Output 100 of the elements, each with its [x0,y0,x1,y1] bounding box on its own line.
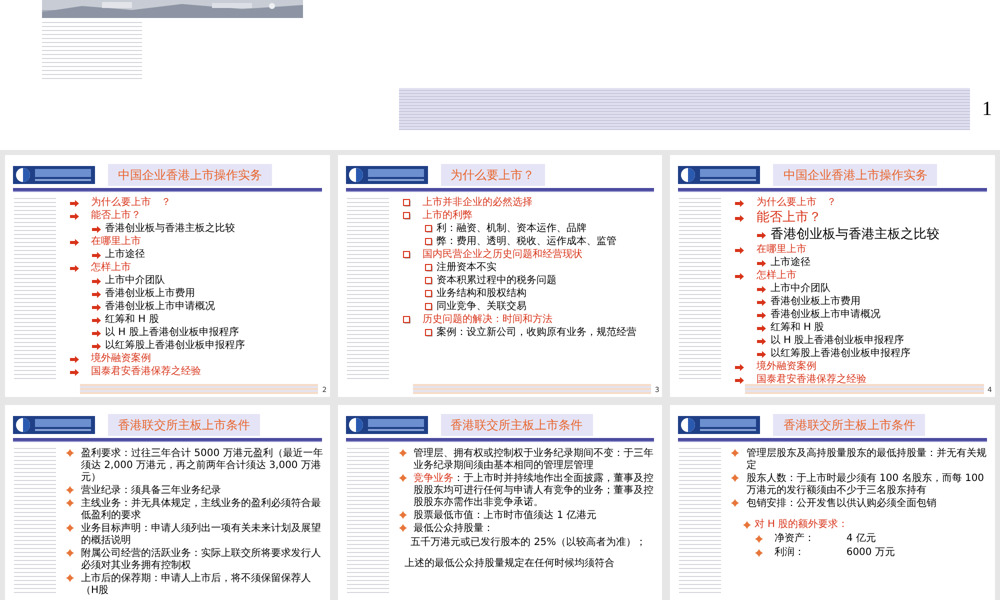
slide-thumbnail[interactable] [5,405,330,600]
square-bullet-icon [424,303,433,311]
paragraph: 上述的最低公众持股量规定在任何时候均须符合 [404,558,615,569]
paragraph: 营业纪录：须具备三年业务纪录 [81,485,221,497]
logo-icon [346,416,428,434]
paragraph: 上市后的保荐期：申请人上市后，将不须保留保荐人（H股 [81,573,312,597]
diamond-bullet-icon [755,535,764,543]
arrow-icon [70,264,79,272]
outline-subitem: 红筹和 H 股 [105,314,159,326]
outline-subitem: 案例：设立新公司，收购原有业务，规范经营 [436,327,637,339]
logo-icon [678,166,760,184]
paragraph: 盈利要求：过往三年合计 5000 万港元盈利（最近一年须达 2,000 万港元，再之前两年合计须达 3,000 万港元） [81,448,324,484]
outline-item: 国泰君安香港保荐之经验 [756,374,866,386]
requirement-value: 6000 万元 [846,547,895,559]
diamond-bullet-icon [66,486,74,494]
outline-subitem: 上市途径 [105,249,145,261]
square-bullet-icon [402,212,411,220]
outline-subitem: 香港创业板与香港主板之比较 [770,227,940,243]
paragraph: 主线业务：并无具体规定，主线业务的盈利必须符合最低盈利的要求 [81,498,322,522]
diamond-bullet-icon [66,499,74,507]
slide-thumbnail[interactable]: 香港联交所主板上市条件 管理层股东及高持股量股东的最低持股量：并无有关规定 股东人数：于上市时最少须有 100 名股东，而每 100 万港元的发行额须由不少于三名股东持有 包销安排：公开发售以供认购必须全面包销 对 H 股的额外要求： 净资产： 4 亿元 利润： 6000 万元 [670,405,995,600]
outline-subitem: 上市中介团队 [105,275,165,287]
outline-item: 上市并非企业的必然选择 [422,197,533,209]
diamond-bullet-icon [66,524,74,532]
outline-item: 在哪里上市 [756,244,806,256]
arrow-icon [757,260,766,266]
diamond-bullet-icon [743,521,752,529]
outline-subitem: 业务结构和股权结构 [436,288,527,300]
slide-title: 为什么要上市？ [440,164,545,186]
arrow-icon [92,226,101,232]
paragraph: 包销安排：公开发售以供认购必须全面包销 [746,498,936,510]
paragraph: 股票最低市值：上市时市值须达 1 亿港元 [414,510,596,522]
arrow-icon [735,246,744,254]
outline-item: 境外融资案例 [91,353,151,365]
requirement-label: 利润： [774,547,806,559]
logo-icon [13,166,95,184]
outline-item: 历史问题的解决：时间和方法 [422,314,553,326]
arrow-icon [757,232,766,238]
diamond-bullet-icon [398,524,407,532]
diamond-bullet-icon [398,511,407,519]
requirement-value: 4 亿元 [846,533,876,545]
outline-item: 国泰君安香港保荐之经验 [91,366,201,378]
paragraph: 管理层股东及高持股量股东的最低持股量：并无有关规定 [746,448,988,472]
outline-subitem: 同业竞争、关联交易 [436,301,527,313]
square-bullet-icon [424,277,433,285]
diamond-bullet-icon [731,499,740,507]
outline-subitem: 以红筹股上香港创业板申报程序 [770,348,910,360]
outline-subitem: 利：融资、机制、资本运作、品牌 [436,223,587,235]
outline-item: 上市的利弊 [422,210,473,222]
arrow-icon [92,252,101,258]
outline-subitem: 香港创业板上市申请概况 [770,309,880,321]
arrow-icon [70,238,79,246]
paragraph: 管理层、拥有权或控制权于业务纪录期间不变：于三年业务纪录期间须由基本相同的管理层管理 [414,448,655,472]
paragraph: 最低公众持股量： [414,523,494,535]
square-bullet-icon [402,316,411,324]
outline-item: 为什么要上市 ？ [756,197,836,209]
outline-subitem: 红筹和 H 股 [770,322,824,334]
outline-subitem: 弊：费用、透明、税收、运作成本、监管 [436,236,617,248]
slide-number: 1 [982,97,992,122]
diamond-bullet-icon [398,474,407,482]
paragraph: 五千万港元或已发行股本的 25%（以较高者为准）； [410,537,646,548]
outline-subitem: 以红筹股上香港创业板申报程序 [105,340,245,352]
square-bullet-icon [424,264,433,272]
diamond-bullet-icon [66,449,74,457]
outline-subitem: 上市中介团队 [770,283,830,295]
outline-subitem: 资本积累过程中的税务问题 [436,275,557,287]
diamond-bullet-icon [731,449,740,457]
outline-subitem: 以 H 股上香港创业板申报程序 [105,327,239,339]
arrow-icon [735,272,744,280]
outline-subitem: 香港创业板与香港主板之比较 [105,223,235,235]
slide-title: 香港联交所主板上市条件 [108,414,260,436]
slide-title: 中国企业香港上市操作实务 [108,164,272,186]
outline-item: 怎样上市 [756,270,796,282]
outline-subitem: 以 H 股上香港创业板申报程序 [770,335,904,347]
slide-thumbnail[interactable]: 香港联交所主板上市条件 管理层、拥有权或控制权于业务纪录期间不变：于三年业务纪录期间须由基本相同的管理层管理 竞争业务：于上市时并持续地作出全面披露，董事及控股股东均可进行任何与申请人有竞争的业务；董事及控股股东亦需作出非竞争承诺。 股票最低市值：上市时市值须达 1 亿港元 最低公众持股量： 五千万港元或已发行股本的 25%（以较高者为准）； 上述的最低公众持股量规定在任何时候均须符合 [338,405,662,600]
outline-item: 能否上市？ [756,210,822,226]
logo-icon [678,416,760,434]
outline-subitem: 香港创业板上市费用 [770,296,860,308]
paragraph: 附属公司经营的活跃业务：实际上联交所将要求发行人必须对其业务拥有控制权 [81,548,322,572]
square-bullet-icon [402,251,411,259]
diamond-bullet-icon [66,549,74,557]
outline-item: 能否上市？ [91,210,141,222]
section-heading: 对 H 股的额外要求： [754,519,848,531]
square-bullet-icon [402,199,411,207]
diamond-bullet-icon [66,574,74,582]
outline-subitem: 香港创业板上市费用 [105,288,195,300]
outline-subitem: 香港创业板上市申请概况 [105,301,215,313]
square-bullet-icon [424,238,433,246]
requirement-label: 净资产： [774,533,816,545]
slide-title: 中国企业香港上市操作实务 [773,164,938,186]
square-bullet-icon [424,225,433,233]
logo-icon [13,416,95,434]
outline-item: 怎样上市 [91,262,131,274]
outline-item: 在哪里上市 [91,236,141,248]
square-bullet-icon [424,290,433,298]
outline-subitem: 注册资本不实 [436,262,497,274]
diamond-bullet-icon [731,474,740,482]
outline-item: 为什么要上市 ？ [91,197,171,209]
paragraph: 业务目标声明：申请人须列出一项有关未来计划及展望的概括说明 [81,523,322,547]
slide-title: 香港联交所主板上市条件 [440,414,593,436]
